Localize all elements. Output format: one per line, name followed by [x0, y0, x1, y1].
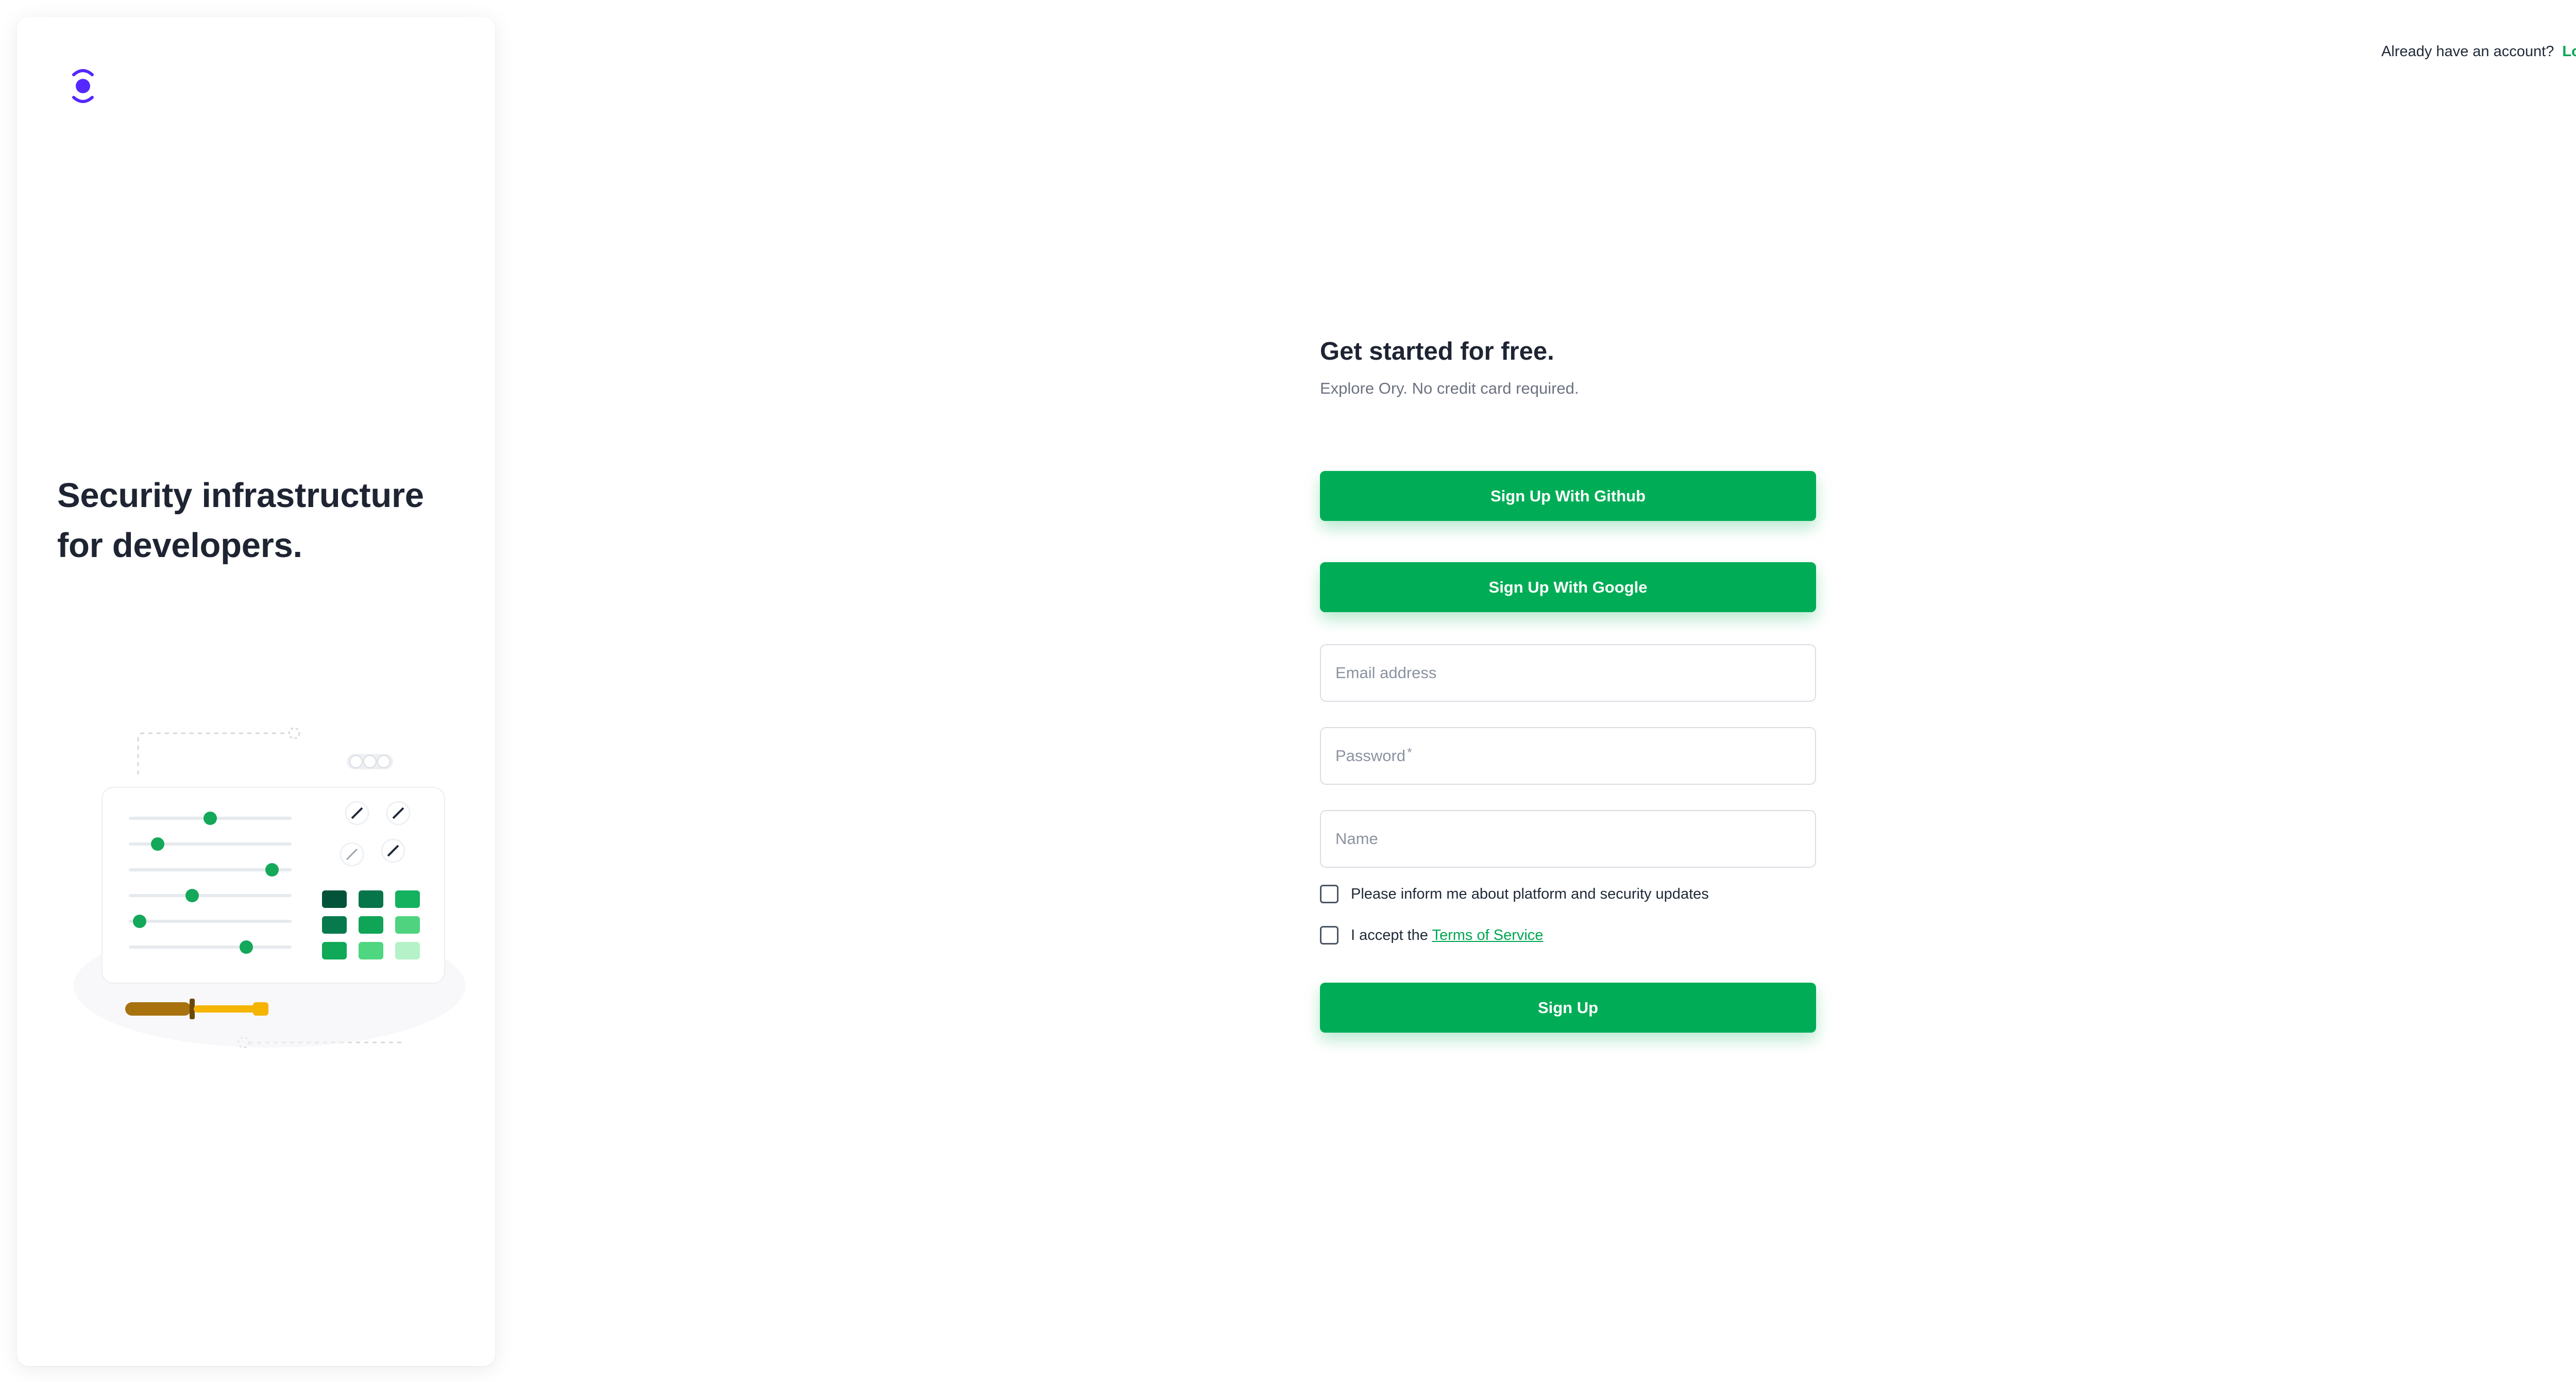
tagline-line-2: for developers. [57, 526, 302, 565]
form-title: Get started for free. [1320, 338, 1554, 365]
signup-google-button[interactable]: Sign Up With Google [1320, 562, 1816, 612]
newsletter-checkbox[interactable] [1320, 885, 1338, 903]
login-link[interactable]: Login! [2562, 43, 2576, 60]
login-prompt: Already have an account? Login! [2381, 43, 2576, 60]
login-prompt-text: Already have an account? [2381, 43, 2554, 60]
form-subtitle: Explore Ory. No credit card required. [1320, 379, 1579, 397]
terms-checkbox[interactable] [1320, 926, 1338, 945]
terms-label: I accept the Terms of Service [1351, 927, 1543, 944]
signup-form: Get started for free. Explore Ory. No cr… [1320, 335, 1816, 1033]
tagline: Security infrastructure for developers. [57, 470, 480, 570]
status-pills [347, 754, 393, 769]
email-field[interactable]: Email address [1320, 644, 1816, 702]
terms-of-service-link[interactable]: Terms of Service [1432, 927, 1543, 943]
signup-page: Security infrastructure for developers. [0, 0, 2576, 1382]
control-panel-illustration [74, 727, 465, 1049]
newsletter-option[interactable]: Please inform me about platform and secu… [1320, 885, 1709, 903]
signup-github-button[interactable]: Sign Up With Github [1320, 471, 1816, 521]
signup-submit-button[interactable]: Sign Up [1320, 983, 1816, 1033]
password-field[interactable]: Password * [1320, 727, 1816, 785]
terms-option[interactable]: I accept the Terms of Service [1320, 926, 1543, 945]
terms-prefix: I accept the [1351, 926, 1428, 943]
left-panel: Security infrastructure for developers. [17, 17, 495, 1366]
tagline-line-1: Security infrastructure [57, 476, 424, 515]
ory-logo-icon[interactable] [69, 63, 97, 109]
name-field[interactable]: Name [1320, 810, 1816, 868]
color-swatch-grid [322, 890, 420, 959]
newsletter-label: Please inform me about platform and secu… [1351, 885, 1709, 902]
